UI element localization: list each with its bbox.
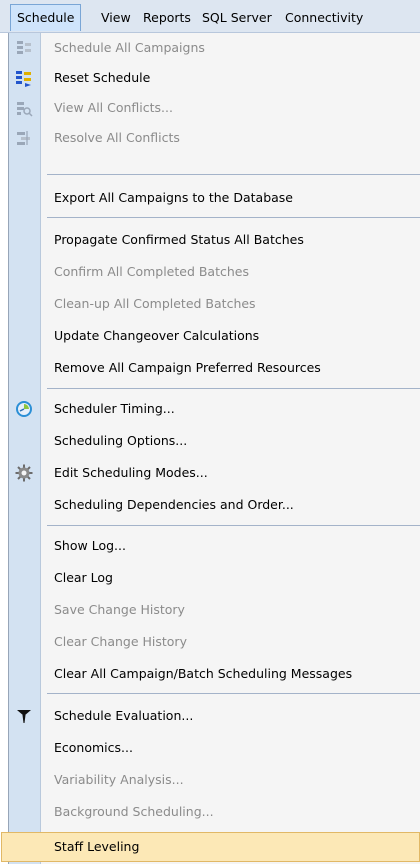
menubar: Schedule View Reports SQL Server Connect…	[0, 0, 420, 33]
menu-item-label: View All Conflicts...	[54, 100, 173, 115]
menu-item-confirm-completed-batches[interactable]: Confirm All Completed Batches	[9, 257, 420, 287]
menu-item-variability-analysis[interactable]: Variability Analysis...	[9, 765, 420, 795]
menu-item-update-changeover-calculations[interactable]: Update Changeover Calculations	[9, 321, 420, 351]
menu-item-label: Remove All Campaign Preferred Resources	[54, 360, 321, 375]
menu-item-label: Update Changeover Calculations	[54, 328, 260, 343]
menu-item-label: Staff Leveling	[54, 839, 140, 854]
menu-item-label: Confirm All Completed Batches	[54, 264, 249, 279]
menu-item-schedule-all-campaigns[interactable]: Schedule All Campaigns	[9, 33, 420, 63]
menu-item-show-log[interactable]: Show Log...	[9, 531, 420, 561]
menu-item-label: Propagate Confirmed Status All Batches	[54, 232, 304, 247]
menu-item-background-scheduling[interactable]: Background Scheduling...	[9, 797, 420, 827]
menu-sql-server[interactable]: SQL Server	[196, 4, 278, 31]
menu-separator	[47, 217, 420, 218]
menu-separator	[47, 388, 420, 389]
menu-separator	[47, 174, 420, 175]
menu-item-schedule-evaluation[interactable]: Schedule Evaluation...	[9, 701, 420, 731]
menu-item-clear-log[interactable]: Clear Log	[9, 563, 420, 593]
menu-item-save-change-history[interactable]: Save Change History	[9, 595, 420, 625]
menu-item-staff-leveling[interactable]: Staff Leveling	[1, 832, 420, 862]
funnel-icon	[17, 710, 31, 723]
menu-item-reset-schedule[interactable]: Reset Schedule	[9, 63, 420, 93]
menu-item-label: Schedule All Campaigns	[54, 40, 205, 55]
menu-item-label: Reset Schedule	[54, 70, 151, 85]
schedule-all-icon	[17, 41, 31, 54]
menu-item-label: Clean-up All Completed Batches	[54, 296, 256, 311]
menu-item-label: Save Change History	[54, 602, 185, 617]
menu-item-label: Scheduling Dependencies and Order...	[54, 497, 294, 512]
menu-item-label: Scheduler Timing...	[54, 401, 175, 416]
menu-schedule[interactable]: Schedule	[10, 4, 82, 31]
menu-item-label: Resolve All Conflicts	[54, 130, 180, 145]
menu-connectivity[interactable]: Connectivity	[279, 4, 369, 31]
menu-item-clear-scheduling-messages[interactable]: Clear All Campaign/Batch Scheduling Mess…	[9, 659, 420, 689]
schedule-dropdown-menu: Schedule All Campaigns Reset Schedule Vi…	[1, 33, 420, 864]
menu-item-label: Clear All Campaign/Batch Scheduling Mess…	[54, 666, 353, 681]
menu-item-propagate-confirmed-status[interactable]: Propagate Confirmed Status All Batches	[9, 225, 420, 255]
menu-item-label: Schedule Evaluation...	[54, 708, 194, 723]
menu-item-label: Edit Scheduling Modes...	[54, 465, 208, 480]
menu-item-label: Variability Analysis...	[54, 772, 184, 787]
menu-item-edit-scheduling-modes[interactable]: Edit Scheduling Modes...	[9, 458, 420, 488]
menu-item-clean-up-completed-batches[interactable]: Clean-up All Completed Batches	[9, 289, 420, 319]
menu-item-label: Show Log...	[54, 538, 126, 553]
menu-item-label: Clear Change History	[54, 634, 187, 649]
menu-item-clear-change-history[interactable]: Clear Change History	[9, 627, 420, 657]
menu-item-label: Export All Campaigns to the Database	[54, 190, 293, 205]
menu-item-scheduling-options[interactable]: Scheduling Options...	[9, 426, 420, 456]
timer-icon	[16, 401, 32, 417]
view-conflicts-icon	[17, 102, 33, 117]
gear-icon	[15, 464, 33, 482]
menu-item-export-all-campaigns[interactable]: Export All Campaigns to the Database	[9, 183, 420, 213]
menu-item-economics[interactable]: Economics...	[9, 733, 420, 763]
menu-separator	[47, 525, 420, 526]
menu-item-label: Clear Log	[54, 570, 113, 585]
menu-separator	[47, 693, 420, 694]
resolve-conflicts-icon	[17, 131, 30, 145]
menu-item-label: Scheduling Options...	[54, 433, 188, 448]
reset-schedule-icon	[16, 71, 31, 87]
menu-item-scheduler-timing[interactable]: Scheduler Timing...	[9, 394, 420, 424]
menu-item-label: Background Scheduling...	[54, 804, 214, 819]
menu-item-resolve-all-conflicts[interactable]: Resolve All Conflicts	[9, 123, 420, 153]
menu-view[interactable]: View	[95, 4, 137, 31]
menu-item-scheduling-dependencies-order[interactable]: Scheduling Dependencies and Order...	[9, 490, 420, 520]
menu-item-remove-campaign-preferred-resources[interactable]: Remove All Campaign Preferred Resources	[9, 353, 420, 383]
menu-reports[interactable]: Reports	[137, 4, 197, 31]
menu-item-label: Economics...	[54, 740, 133, 755]
menu-item-view-all-conflicts[interactable]: View All Conflicts...	[9, 93, 420, 123]
